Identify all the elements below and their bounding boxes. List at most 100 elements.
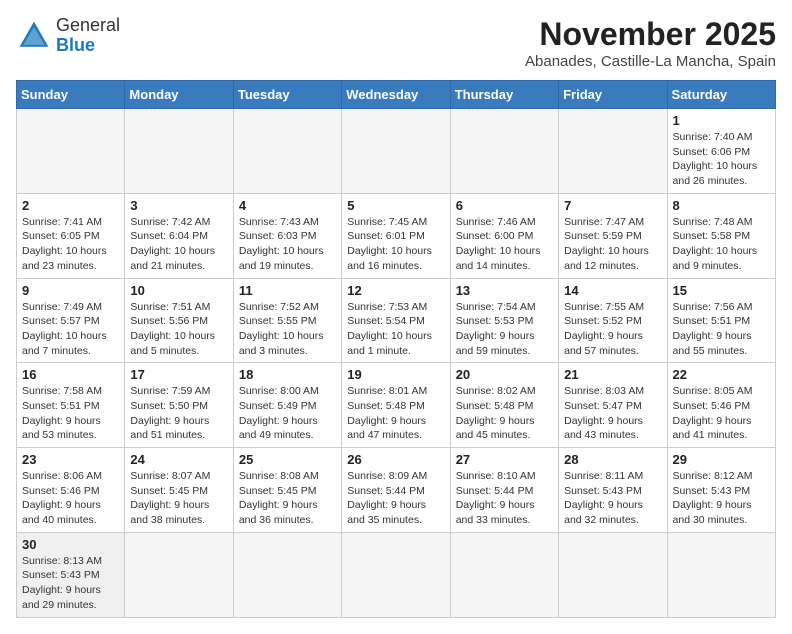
day-number: 28 xyxy=(564,452,661,467)
calendar-day-cell xyxy=(342,532,450,617)
calendar-day-cell: 27Sunrise: 8:10 AMSunset: 5:44 PMDayligh… xyxy=(450,448,558,533)
weekday-header-saturday: Saturday xyxy=(667,81,775,109)
calendar-day-cell: 17 Sunrise: 7:59 AMSunset: 5:50 PMDayligh… xyxy=(125,363,233,448)
day-number: 6 xyxy=(456,198,553,213)
calendar-day-cell: 24 Sunrise: 8:07 AMSunset: 5:45 PMDayligh… xyxy=(125,448,233,533)
calendar-day-cell xyxy=(17,109,125,194)
day-number: 19 xyxy=(347,367,444,382)
day-info: Sunrise: 8:11 AMSunset: 5:43 PMDaylight:… xyxy=(564,469,661,528)
day-number: 20 xyxy=(456,367,553,382)
day-info: Sunrise: 7:40 AMSunset: 6:06 PMDaylight:… xyxy=(673,130,770,189)
day-number: 24 xyxy=(130,452,227,467)
calendar-day-cell: 16 Sunrise: 7:58 AMSunset: 5:51 PMDayligh… xyxy=(17,363,125,448)
day-info: Sunrise: 8:03 AMSunset: 5:47 PMDaylight:… xyxy=(564,384,661,443)
calendar-day-cell: 11Sunrise: 7:52 AMSunset: 5:55 PMDayligh… xyxy=(233,278,341,363)
day-info: Sunrise: 8:13 AMSunset: 5:43 PMDaylight:… xyxy=(22,554,119,613)
calendar-week-row: 16 Sunrise: 7:58 AMSunset: 5:51 PMDayligh… xyxy=(17,363,776,448)
day-number: 1 xyxy=(673,113,770,128)
day-number: 4 xyxy=(239,198,336,213)
day-info: Sunrise: 8:10 AMSunset: 5:44 PMDaylight:… xyxy=(456,469,553,528)
day-number: 9 xyxy=(22,283,119,298)
day-number: 29 xyxy=(673,452,770,467)
calendar-day-cell: 20 Sunrise: 8:02 AMSunset: 5:48 PMDayligh… xyxy=(450,363,558,448)
day-number: 8 xyxy=(673,198,770,213)
calendar-day-cell: 22Sunrise: 8:05 AMSunset: 5:46 PMDayligh… xyxy=(667,363,775,448)
day-info: Sunrise: 7:48 AMSunset: 5:58 PMDaylight:… xyxy=(673,215,770,274)
calendar-day-cell xyxy=(342,109,450,194)
day-info: Sunrise: 7:45 AMSunset: 6:01 PMDaylight:… xyxy=(347,215,444,274)
day-number: 21 xyxy=(564,367,661,382)
day-info: Sunrise: 8:02 AMSunset: 5:48 PMDaylight:… xyxy=(456,384,553,443)
calendar-day-cell: 9 Sunrise: 7:49 AMSunset: 5:57 PMDaylight… xyxy=(17,278,125,363)
day-info: Sunrise: 7:49 AMSunset: 5:57 PMDaylight:… xyxy=(22,300,119,359)
calendar-day-cell: 2Sunrise: 7:41 AMSunset: 6:05 PMDaylight… xyxy=(17,193,125,278)
month-year-title: November 2025 xyxy=(525,16,776,53)
calendar-day-cell xyxy=(667,532,775,617)
title-section: November 2025 Abanades, Castille-La Manc… xyxy=(525,16,776,70)
calendar-table: SundayMondayTuesdayWednesdayThursdayFrid… xyxy=(16,80,776,618)
weekday-header-sunday: Sunday xyxy=(17,81,125,109)
day-info: Sunrise: 7:46 AMSunset: 6:00 PMDaylight:… xyxy=(456,215,553,274)
day-number: 12 xyxy=(347,283,444,298)
day-number: 10 xyxy=(130,283,227,298)
day-info: Sunrise: 7:47 AMSunset: 5:59 PMDaylight:… xyxy=(564,215,661,274)
calendar-week-row: 1 Sunrise: 7:40 AMSunset: 6:06 PMDaylight… xyxy=(17,109,776,194)
calendar-day-cell: 6 Sunrise: 7:46 AMSunset: 6:00 PMDaylight… xyxy=(450,193,558,278)
calendar-day-cell xyxy=(559,532,667,617)
calendar-day-cell xyxy=(233,532,341,617)
day-info: Sunrise: 7:59 AMSunset: 5:50 PMDaylight:… xyxy=(130,384,227,443)
weekday-header-wednesday: Wednesday xyxy=(342,81,450,109)
day-number: 14 xyxy=(564,283,661,298)
calendar-day-cell: 4 Sunrise: 7:43 AMSunset: 6:03 PMDaylight… xyxy=(233,193,341,278)
calendar-week-row: 30 Sunrise: 8:13 AMSunset: 5:43 PMDayligh… xyxy=(17,532,776,617)
day-info: Sunrise: 8:01 AMSunset: 5:48 PMDaylight:… xyxy=(347,384,444,443)
logo-text: General Blue xyxy=(56,16,120,56)
day-number: 18 xyxy=(239,367,336,382)
day-info: Sunrise: 7:41 AMSunset: 6:05 PMDaylight:… xyxy=(22,215,119,274)
calendar-day-cell xyxy=(559,109,667,194)
day-info: Sunrise: 8:07 AMSunset: 5:45 PMDaylight:… xyxy=(130,469,227,528)
calendar-day-cell: 1 Sunrise: 7:40 AMSunset: 6:06 PMDaylight… xyxy=(667,109,775,194)
day-number: 17 xyxy=(130,367,227,382)
calendar-day-cell: 29 Sunrise: 8:12 AMSunset: 5:43 PMDayligh… xyxy=(667,448,775,533)
calendar-day-cell xyxy=(450,109,558,194)
weekday-header-thursday: Thursday xyxy=(450,81,558,109)
day-info: Sunrise: 7:43 AMSunset: 6:03 PMDaylight:… xyxy=(239,215,336,274)
day-number: 30 xyxy=(22,537,119,552)
day-info: Sunrise: 8:00 AMSunset: 5:49 PMDaylight:… xyxy=(239,384,336,443)
day-info: Sunrise: 7:42 AMSunset: 6:04 PMDaylight:… xyxy=(130,215,227,274)
day-info: Sunrise: 8:12 AMSunset: 5:43 PMDaylight:… xyxy=(673,469,770,528)
page-header: General Blue November 2025 Abanades, Cas… xyxy=(16,16,776,70)
calendar-day-cell: 7Sunrise: 7:47 AMSunset: 5:59 PMDaylight… xyxy=(559,193,667,278)
day-info: Sunrise: 7:55 AMSunset: 5:52 PMDaylight:… xyxy=(564,300,661,359)
calendar-day-cell: 12Sunrise: 7:53 AMSunset: 5:54 PMDayligh… xyxy=(342,278,450,363)
calendar-day-cell: 15 Sunrise: 7:56 AMSunset: 5:51 PMDayligh… xyxy=(667,278,775,363)
day-info: Sunrise: 8:09 AMSunset: 5:44 PMDaylight:… xyxy=(347,469,444,528)
day-number: 16 xyxy=(22,367,119,382)
calendar-day-cell: 30 Sunrise: 8:13 AMSunset: 5:43 PMDayligh… xyxy=(17,532,125,617)
day-info: Sunrise: 7:54 AMSunset: 5:53 PMDaylight:… xyxy=(456,300,553,359)
weekday-header-tuesday: Tuesday xyxy=(233,81,341,109)
day-number: 13 xyxy=(456,283,553,298)
calendar-week-row: 2Sunrise: 7:41 AMSunset: 6:05 PMDaylight… xyxy=(17,193,776,278)
day-number: 25 xyxy=(239,452,336,467)
calendar-day-cell: 5Sunrise: 7:45 AMSunset: 6:01 PMDaylight… xyxy=(342,193,450,278)
day-info: Sunrise: 8:06 AMSunset: 5:46 PMDaylight:… xyxy=(22,469,119,528)
calendar-day-cell xyxy=(233,109,341,194)
day-info: Sunrise: 7:51 AMSunset: 5:56 PMDaylight:… xyxy=(130,300,227,359)
calendar-day-cell xyxy=(450,532,558,617)
day-number: 15 xyxy=(673,283,770,298)
location-subtitle: Abanades, Castille-La Mancha, Spain xyxy=(525,53,776,70)
logo-icon xyxy=(16,18,52,54)
day-info: Sunrise: 7:56 AMSunset: 5:51 PMDaylight:… xyxy=(673,300,770,359)
calendar-week-row: 9 Sunrise: 7:49 AMSunset: 5:57 PMDaylight… xyxy=(17,278,776,363)
calendar-day-cell xyxy=(125,532,233,617)
day-number: 23 xyxy=(22,452,119,467)
day-number: 26 xyxy=(347,452,444,467)
calendar-day-cell: 28 Sunrise: 8:11 AMSunset: 5:43 PMDayligh… xyxy=(559,448,667,533)
day-info: Sunrise: 7:52 AMSunset: 5:55 PMDaylight:… xyxy=(239,300,336,359)
day-info: Sunrise: 7:58 AMSunset: 5:51 PMDaylight:… xyxy=(22,384,119,443)
logo: General Blue xyxy=(16,16,120,56)
day-number: 22 xyxy=(673,367,770,382)
calendar-day-cell: 14 Sunrise: 7:55 AMSunset: 5:52 PMDayligh… xyxy=(559,278,667,363)
